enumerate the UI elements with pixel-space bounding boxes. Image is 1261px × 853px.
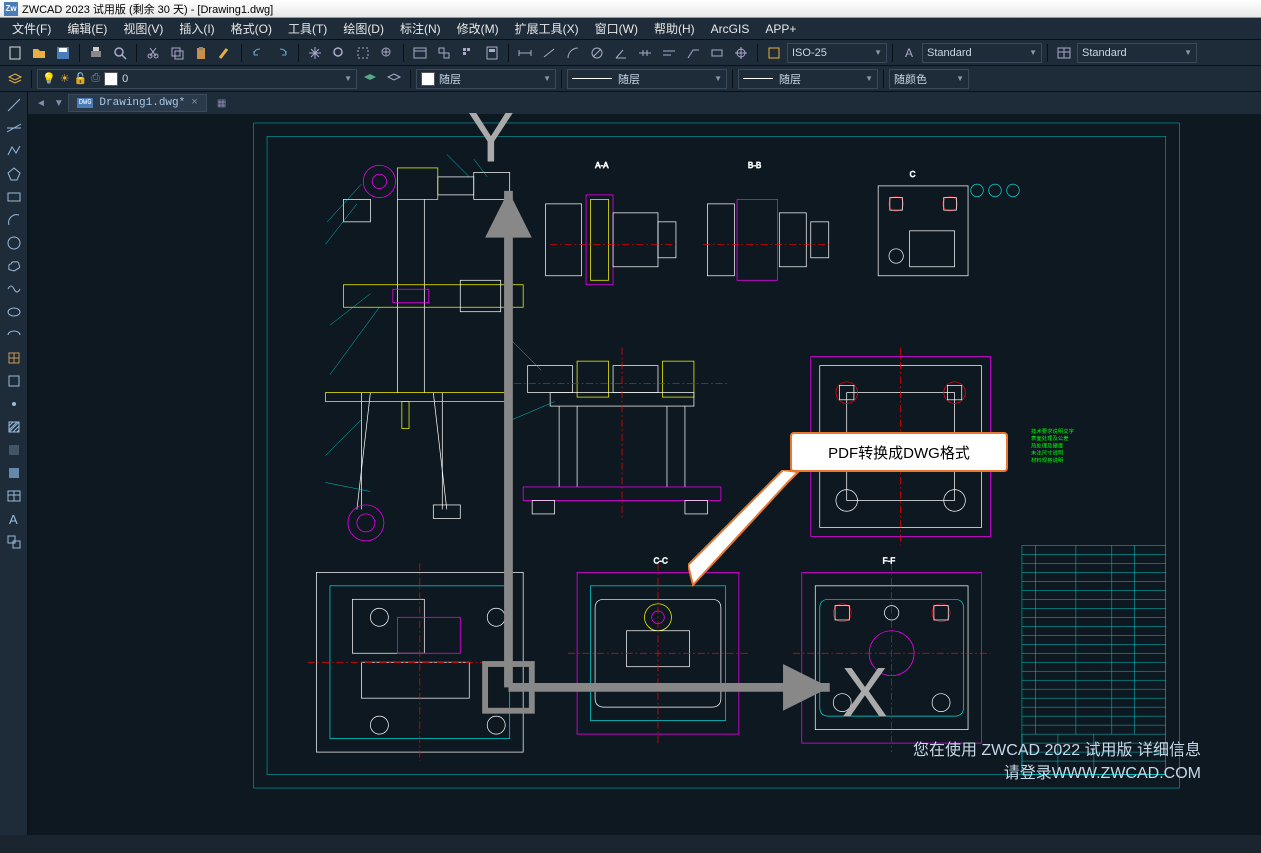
dim-continue-icon[interactable] — [634, 42, 656, 64]
zoom-prev-button[interactable] — [376, 42, 398, 64]
app-icon: Zw — [4, 2, 18, 16]
polygon-tool[interactable] — [2, 163, 26, 185]
cut-button[interactable] — [142, 42, 164, 64]
preview-button[interactable] — [109, 42, 131, 64]
layer-prev-button[interactable] — [383, 68, 405, 90]
point-tool[interactable] — [2, 393, 26, 415]
menu-edit[interactable]: 编辑(E) — [59, 18, 115, 39]
dimstyle-icon[interactable] — [763, 42, 785, 64]
block-tool[interactable] — [2, 370, 26, 392]
menu-draw[interactable]: 绘图(D) — [335, 18, 392, 39]
window-title: ZWCAD 2023 试用版 (剩余 30 天) - [Drawing1.dwg… — [22, 1, 273, 17]
linetype3-combo[interactable]: 随层 — [738, 69, 878, 89]
revcloud-tool[interactable] — [2, 255, 26, 277]
svg-text:X: X — [841, 654, 888, 732]
hatch-tool[interactable] — [2, 416, 26, 438]
window-titlebar: Zw ZWCAD 2023 试用版 (剩余 30 天) - [Drawing1.… — [0, 0, 1261, 18]
arc-tool[interactable] — [2, 209, 26, 231]
dim-angular-icon[interactable] — [610, 42, 632, 64]
drawing-canvas[interactable]: A-A B-B C — [28, 114, 1261, 815]
circle-tool[interactable] — [2, 232, 26, 254]
dim-leader-icon[interactable] — [682, 42, 704, 64]
designcenter-button[interactable] — [433, 42, 455, 64]
menu-tools[interactable]: 工具(T) — [280, 18, 335, 39]
menu-insert[interactable]: 插入(I) — [171, 18, 222, 39]
linetype1-combo[interactable]: 随层 — [416, 69, 556, 89]
dim-radius-icon[interactable] — [562, 42, 584, 64]
color-swatch — [421, 72, 435, 86]
dim-tolerance-icon[interactable] — [706, 42, 728, 64]
dim-center-icon[interactable] — [730, 42, 752, 64]
layer-combo[interactable]: 💡 ☀ 🔓 ⎙ 0 — [37, 69, 357, 89]
draw-toolbar: A — [0, 92, 28, 835]
redo-button[interactable] — [271, 42, 293, 64]
polyline-tool[interactable] — [2, 140, 26, 162]
menu-format[interactable]: 格式(O) — [223, 18, 280, 39]
svg-text:Y: Y — [468, 99, 515, 177]
text-tool[interactable]: A — [2, 508, 26, 530]
toolbar-standard: ISO-25 A Standard Standard — [0, 40, 1261, 66]
print-button[interactable] — [85, 42, 107, 64]
menu-file[interactable]: 文件(F) — [4, 18, 59, 39]
textstyle2-combo[interactable]: Standard — [1077, 43, 1197, 63]
lightbulb-icon: 💡 — [42, 72, 56, 85]
layer-manager-button[interactable] — [4, 68, 26, 90]
tablestyle-icon[interactable] — [1053, 42, 1075, 64]
save-button[interactable] — [52, 42, 74, 64]
menu-arcgis[interactable]: ArcGIS — [703, 20, 758, 38]
rectangle-tool[interactable] — [2, 186, 26, 208]
copy-button[interactable] — [166, 42, 188, 64]
dim-aligned-icon[interactable] — [538, 42, 560, 64]
textstyle1-combo[interactable]: Standard — [922, 43, 1042, 63]
line-tool[interactable] — [2, 94, 26, 116]
gradient-tool[interactable] — [2, 439, 26, 461]
paste-button[interactable] — [190, 42, 212, 64]
pan-button[interactable] — [304, 42, 326, 64]
region-tool[interactable] — [2, 462, 26, 484]
toolbar-properties: 💡 ☀ 🔓 ⎙ 0 随层 随层 随层 随颜色 — [0, 66, 1261, 92]
menu-modify[interactable]: 修改(M) — [449, 18, 507, 39]
color-combo[interactable]: 随颜色 — [889, 69, 969, 89]
dimstyle-combo[interactable]: ISO-25 — [787, 43, 887, 63]
menu-app[interactable]: APP+ — [757, 20, 804, 38]
dim-linear-icon[interactable] — [514, 42, 536, 64]
xline-tool[interactable] — [2, 117, 26, 139]
menu-help[interactable]: 帮助(H) — [646, 18, 703, 39]
layer-state-button[interactable] — [359, 68, 381, 90]
layer-color-swatch — [104, 72, 118, 86]
textstyle-icon[interactable]: A — [898, 42, 920, 64]
ucs-icon: X Y — [38, 92, 1261, 775]
undo-button[interactable] — [247, 42, 269, 64]
match-button[interactable] — [214, 42, 236, 64]
zoom-window-button[interactable] — [352, 42, 374, 64]
workspace: A ◄ ▼ DWG Drawing1.dwg* × ▦ — [0, 92, 1261, 835]
zoom-realtime-button[interactable] — [328, 42, 350, 64]
print-icon: ⎙ — [91, 72, 100, 85]
dim-baseline-icon[interactable] — [658, 42, 680, 64]
svg-text:A: A — [905, 46, 913, 60]
menu-annotate[interactable]: 标注(N) — [392, 18, 449, 39]
svg-text:A: A — [9, 512, 18, 527]
spline-tool[interactable] — [2, 278, 26, 300]
menu-view[interactable]: 视图(V) — [115, 18, 171, 39]
menubar: 文件(F) 编辑(E) 视图(V) 插入(I) 格式(O) 工具(T) 绘图(D… — [0, 18, 1261, 40]
insert-tool[interactable] — [2, 347, 26, 369]
new-button[interactable] — [4, 42, 26, 64]
menu-window[interactable]: 窗口(W) — [587, 18, 646, 39]
canvas-area: ◄ ▼ DWG Drawing1.dwg* × ▦ — [28, 92, 1261, 835]
open-button[interactable] — [28, 42, 50, 64]
ellipsearc-tool[interactable] — [2, 324, 26, 346]
table-tool[interactable] — [2, 485, 26, 507]
sun-icon: ☀ — [60, 72, 70, 85]
lock-icon: 🔓 — [74, 72, 88, 85]
calc-button[interactable] — [481, 42, 503, 64]
linetype2-combo[interactable]: 随层 — [567, 69, 727, 89]
props-button[interactable] — [409, 42, 431, 64]
menu-extend[interactable]: 扩展工具(X) — [507, 18, 587, 39]
addselected-tool[interactable] — [2, 531, 26, 553]
ellipse-tool[interactable] — [2, 301, 26, 323]
dim-diameter-icon[interactable] — [586, 42, 608, 64]
toolpalette-button[interactable] — [457, 42, 479, 64]
